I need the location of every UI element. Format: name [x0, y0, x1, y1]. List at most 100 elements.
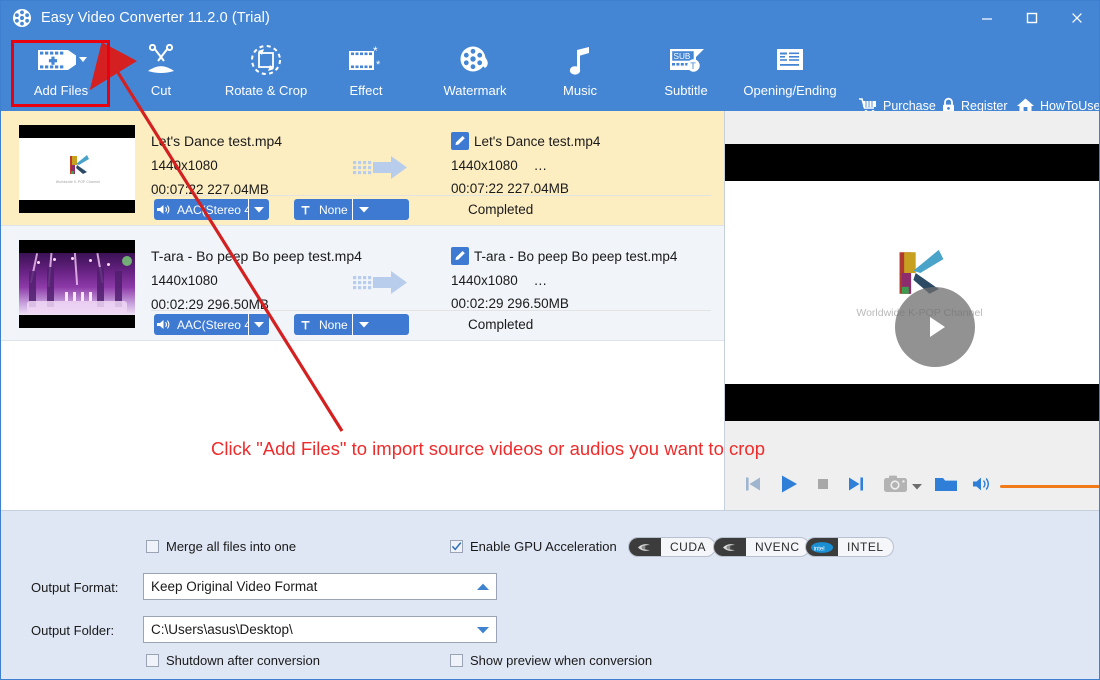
audio-track-value: AAC(Stereo 4 [176, 317, 249, 332]
caret-down-icon[interactable] [353, 314, 375, 335]
checkbox-box [450, 540, 463, 553]
effect-icon: * * [346, 39, 386, 81]
show-preview-checkbox[interactable]: Show preview when conversion [450, 653, 652, 668]
thumbnail-badge-icon [122, 256, 132, 266]
volume-slider[interactable] [1000, 479, 1099, 493]
caret-down-icon[interactable] [249, 314, 269, 335]
music-note-icon [565, 39, 595, 81]
app-window: Easy Video Converter 11.2.0 (Trial) Add … [0, 0, 1100, 680]
output-info: Let's Dance test.mp4 1440x1080 … 00:07:2… [451, 132, 600, 196]
stop-button[interactable] [815, 476, 831, 497]
minimize-button[interactable] [964, 1, 1009, 35]
row-divider [151, 195, 711, 196]
table-row[interactable]: T-ara - Bo peep Bo peep test.mp4 1440x10… [1, 226, 724, 341]
output-more[interactable]: … [534, 158, 548, 173]
source-info: Let's Dance test.mp4 1440x1080 00:07:22 … [151, 133, 282, 197]
close-button[interactable] [1054, 1, 1099, 35]
caret-down-icon[interactable] [470, 626, 496, 634]
window-controls [964, 1, 1099, 35]
shutdown-after-conversion-checkbox[interactable]: Shutdown after conversion [146, 653, 320, 668]
toolbar-item-subtitle[interactable]: SUB T Subtitle [651, 39, 721, 107]
subtitle-icon: SUB T [666, 39, 706, 81]
caret-down-icon[interactable] [353, 199, 375, 220]
annotation-text: Click "Add Files" to import source video… [211, 438, 765, 459]
gpu-acceleration-checkbox[interactable]: Enable GPU Acceleration [450, 539, 617, 554]
gpu-badge-nvenc[interactable]: NVENC [713, 537, 810, 557]
edit-pencil-icon[interactable] [451, 132, 469, 150]
toolbar-item-cut[interactable]: Cut [126, 39, 196, 107]
output-duration-size: 00:07:22 227.04MB [451, 181, 569, 196]
gpu-badge-intel[interactable]: intel INTEL [805, 537, 894, 557]
gpu-badge-cuda[interactable]: CUDA [628, 537, 717, 557]
convert-arrow-icon [353, 155, 409, 186]
svg-text:intel: intel [814, 546, 825, 552]
scissors-icon [143, 39, 179, 81]
open-folder-button[interactable] [934, 474, 958, 499]
play-overlay-icon[interactable] [895, 287, 975, 367]
main-toolbar: Add Files Cut Rotate & Crop * * Effect W… [1, 35, 1099, 113]
subtitle-track-dropdown[interactable]: None [294, 314, 409, 335]
toolbar-label-cut: Cut [150, 83, 172, 98]
speaker-icon [154, 314, 174, 335]
checkbox-box [146, 654, 159, 667]
maximize-button[interactable] [1009, 1, 1054, 35]
kpop-logo-icon [65, 152, 91, 178]
toolbar-item-add-files[interactable]: Add Files [15, 39, 107, 107]
speaker-icon [154, 199, 174, 220]
table-row[interactable]: Worldwide K-POP Channel Let's Dance test… [1, 111, 724, 226]
opening-ending-icon [773, 39, 807, 81]
gpu-acceleration-label: Enable GPU Acceleration [470, 539, 617, 554]
folder-icon [934, 474, 958, 499]
check-icon [451, 542, 462, 551]
source-filename: Let's Dance test.mp4 [151, 133, 283, 149]
maximize-icon [1025, 11, 1039, 25]
status-badge: Completed [468, 317, 534, 332]
toolbar-label-subtitle: Subtitle [664, 83, 708, 98]
merge-files-checkbox[interactable]: Merge all files into one [146, 539, 296, 554]
toolbar-label-rotate-crop: Rotate & Crop [224, 83, 308, 98]
output-info: T-ara - Bo peep Bo peep test.mp4 1440x10… [451, 247, 677, 311]
gpu-badge-label: CUDA [670, 540, 707, 554]
toolbar-item-music[interactable]: Music [549, 39, 611, 107]
audio-track-dropdown[interactable]: AAC(Stereo 4 [154, 314, 269, 335]
output-resolution: 1440x1080 [451, 158, 518, 173]
toolbar-item-opening-ending[interactable]: Opening/Ending [732, 39, 848, 107]
edit-pencil-icon[interactable] [451, 247, 469, 265]
output-filename: T-ara - Bo peep Bo peep test.mp4 [474, 248, 678, 264]
nvidia-icon [629, 538, 661, 556]
window-title: Easy Video Converter 11.2.0 (Trial) [41, 10, 270, 26]
next-button[interactable] [846, 474, 866, 499]
output-format-select[interactable]: Keep Original Video Format [143, 573, 497, 600]
audio-track-value: AAC(Stereo 4 [176, 202, 249, 217]
toolbar-item-rotate-crop[interactable]: Rotate & Crop [213, 39, 319, 107]
caret-down-icon [912, 477, 922, 495]
toolbar-item-watermark[interactable]: Watermark [429, 39, 521, 107]
subtitle-track-dropdown[interactable]: None [294, 199, 409, 220]
snapshot-dropdown[interactable] [912, 477, 922, 495]
toolbar-label-watermark: Watermark [443, 83, 507, 98]
toolbar-item-effect[interactable]: * * Effect [331, 39, 401, 107]
title-bar: Easy Video Converter 11.2.0 (Trial) [1, 1, 1099, 35]
volume-button[interactable] [972, 475, 992, 498]
snapshot-button[interactable] [883, 474, 909, 499]
play-button[interactable] [778, 473, 800, 500]
gpu-badge-label: INTEL [847, 540, 884, 554]
previous-button[interactable] [743, 474, 763, 499]
output-more[interactable]: … [534, 273, 548, 288]
output-duration-size: 00:02:29 296.50MB [451, 296, 569, 311]
source-resolution: 1440x1080 [151, 158, 218, 173]
convert-arrow-icon [353, 270, 409, 301]
row-divider [151, 310, 711, 311]
play-icon [778, 473, 800, 500]
output-folder-select[interactable]: C:\Users\asus\Desktop\ [143, 616, 497, 643]
output-format-label: Output Format: [31, 580, 119, 595]
audio-track-dropdown[interactable]: AAC(Stereo 4 [154, 199, 269, 220]
video-preview[interactable]: Worldwide K-POP Channel [725, 144, 1099, 421]
gpu-badge-label: NVENC [755, 540, 800, 554]
skip-next-icon [846, 474, 866, 499]
caret-down-icon[interactable] [249, 199, 269, 220]
toolbar-label-add-files: Add Files [33, 83, 89, 98]
camera-icon [883, 474, 909, 499]
intel-icon: intel [806, 538, 838, 556]
caret-up-icon[interactable] [470, 583, 496, 591]
